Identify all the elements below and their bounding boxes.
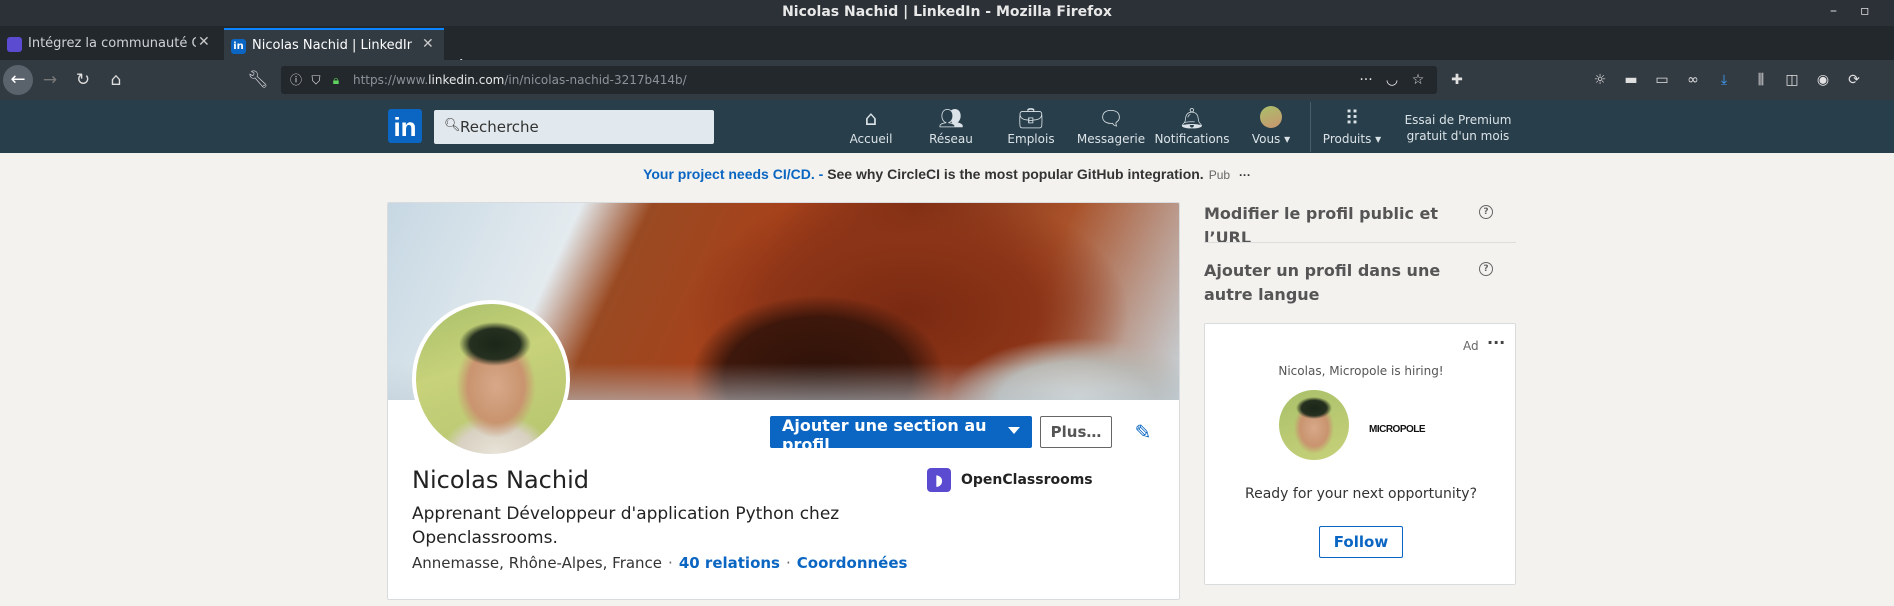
nav-label: Notifications [1154, 132, 1230, 146]
current-company[interactable]: ◗ OpenClassrooms [927, 468, 1093, 492]
tab-label: Intégrez la communauté Ope [28, 36, 196, 51]
search-box[interactable]: 🔍︎ [434, 110, 714, 144]
linkedin-favicon-icon: in [231, 39, 246, 54]
ad-more-icon[interactable]: ··· [1487, 333, 1505, 352]
ad-text: See why CircleCI is the most popular Git… [827, 166, 1204, 182]
profile-location: Annemasse, Rhône-Alpes, France [412, 554, 663, 572]
nav-messaging[interactable]: 🗨︎ Messagerie [1071, 106, 1151, 150]
add-language-profile-link[interactable]: Ajouter un profil dans une autre langue [1204, 259, 1474, 307]
premium-line-1: Essai de Premium [1404, 113, 1512, 127]
nav-label: Accueil [849, 132, 893, 146]
sidebar-icon[interactable]: ◫ [1783, 71, 1801, 89]
ad-headline: Your project needs CI/CD. [643, 166, 815, 182]
nav-label: Produits ▾ [1322, 132, 1382, 146]
account-icon[interactable]: ◉ [1814, 71, 1832, 89]
library-icon[interactable]: ⫼ [1752, 71, 1770, 89]
nav-me[interactable]: Vous ▾ [1231, 106, 1311, 150]
shield-icon[interactable]: ⛉ [307, 71, 325, 89]
sun-icon[interactable]: ☼ [1591, 71, 1609, 89]
jobs-icon: 💼︎ [1018, 106, 1044, 130]
messaging-icon: 🗨︎ [1098, 106, 1124, 130]
contact-info-link[interactable]: Coordonnées [797, 554, 908, 572]
download-icon[interactable]: ⤓ [1715, 71, 1733, 89]
company-name: OpenClassrooms [961, 472, 1093, 488]
info-icon[interactable]: ⓘ [287, 71, 305, 89]
grid-icon: ⠿ [1344, 106, 1360, 130]
search-input[interactable] [460, 110, 710, 144]
folder-icon[interactable]: ▭ [1653, 71, 1671, 89]
edit-pencil-icon[interactable]: ✎ [1131, 420, 1155, 444]
profile-name: Nicolas Nachid [412, 466, 589, 494]
tab-openclassrooms[interactable]: Intégrez la communauté Ope ✕ [0, 28, 220, 60]
profile-headline: Apprenant Développeur d'application Pyth… [412, 504, 840, 548]
page-actions-icon[interactable]: ··· [1357, 71, 1375, 89]
openclassrooms-favicon-icon [7, 37, 22, 52]
chevron-down-icon [1008, 427, 1020, 434]
profile-photo[interactable] [412, 300, 570, 458]
tab-strip: Intégrez la communauté Ope ✕ in Nicolas … [0, 26, 1894, 79]
nav-label: Réseau [929, 132, 973, 146]
ad-user-avatar [1279, 390, 1349, 460]
tab-label: Nicolas Nachid | LinkedIn [252, 38, 412, 53]
add-profile-section-button[interactable]: Ajouter une section au profil [770, 416, 1032, 454]
micropole-logo: MICROPOLE [1369, 424, 1426, 435]
ad-hiring-text: Nicolas, Micropole is hiring! [1278, 364, 1444, 378]
forward-button[interactable]: → [38, 68, 62, 92]
nav-label: Emplois [1007, 132, 1055, 146]
ad-label: Ad [1463, 339, 1479, 353]
avatar [1231, 106, 1311, 132]
linkedin-logo-icon[interactable]: in [388, 109, 422, 143]
search-icon: 🔍︎ [444, 118, 461, 133]
sync-icon[interactable]: ⟳ [1845, 71, 1863, 89]
help-icon[interactable]: ? [1479, 205, 1493, 219]
ad-dash: - [814, 166, 828, 182]
tab-linkedin[interactable]: in Nicolas Nachid | LinkedIn ✕ [224, 28, 444, 60]
lock-icon: 🔒︎ [332, 73, 340, 87]
maximize-button[interactable]: ▫ [1860, 3, 1870, 19]
nav-network[interactable]: 👥︎ Réseau [911, 106, 991, 150]
premium-line-2: gratuit d'un mois [1406, 129, 1510, 143]
extensions-icon[interactable]: ✚ [1448, 71, 1466, 89]
sidebar-ad-card: Ad ··· Nicolas, Micropole is hiring! MIC… [1204, 323, 1516, 585]
rail-divider [1204, 242, 1516, 243]
window-title: Nicolas Nachid | LinkedIn - Mozilla Fire… [782, 4, 1112, 20]
navigation-toolbar: ← → ↻ ⌂ 🔧︎ ⓘ ⛉ 🔒︎ https://www.linkedin.c… [0, 60, 1894, 100]
more-button[interactable]: Plus… [1040, 416, 1112, 448]
reload-button[interactable]: ↻ [71, 68, 95, 92]
nav-notifications[interactable]: 🔔︎ Notifications [1151, 106, 1233, 150]
notifications-icon: 🔔︎ [1179, 106, 1205, 130]
home-icon: ⌂ [864, 106, 878, 130]
profile-location-line: Annemasse, Rhône-Alpes, France · 40 relati… [412, 554, 908, 572]
nav-jobs[interactable]: 💼︎ Emplois [991, 106, 1071, 150]
wrench-icon[interactable]: 🔧︎ [246, 68, 270, 92]
back-button[interactable]: ← [3, 65, 33, 95]
pocket-icon[interactable]: ◡ [1383, 71, 1401, 89]
follow-button[interactable]: Follow [1319, 526, 1403, 558]
openclassrooms-logo-icon: ◗ [927, 468, 951, 492]
hat-icon[interactable]: ▬ [1622, 71, 1640, 89]
url-text: https://www.linkedin.com/in/nicolas-nach… [353, 73, 687, 87]
nav-home[interactable]: ⌂ Accueil [831, 106, 911, 150]
help-icon[interactable]: ? [1479, 262, 1493, 276]
premium-trial-link[interactable]: Essai de Premium gratuit d'un mois [1398, 112, 1518, 144]
nav-products[interactable]: ⠿ Produits ▾ [1312, 106, 1392, 150]
ad-more-icon[interactable]: ··· [1239, 168, 1251, 182]
close-tab-icon[interactable]: ✕ [422, 36, 434, 52]
bookmark-star-icon[interactable]: ☆ [1409, 71, 1427, 89]
connections-link[interactable]: 40 relations [679, 554, 780, 572]
nav-label: Messagerie [1076, 132, 1146, 146]
address-bar[interactable]: ⓘ ⛉ 🔒︎ https://www.linkedin.com/in/nicol… [281, 66, 1437, 94]
minimize-button[interactable]: – [1830, 3, 1837, 19]
ad-opportunity-text: Ready for your next opportunity? [1245, 486, 1477, 502]
network-icon: 👥︎ [938, 106, 964, 130]
home-button[interactable]: ⌂ [104, 68, 128, 92]
nav-label: Vous ▾ [1251, 132, 1291, 146]
top-ad-banner[interactable]: Your project needs CI/CD. - See why Circ… [0, 166, 1894, 182]
ad-pub-label: Pub [1208, 168, 1231, 182]
linkedin-header: in 🔍︎ ⌂ Accueil 👥︎ Réseau 💼︎ Emplois 🗨︎ … [0, 100, 1894, 153]
mask-icon[interactable]: ∞ [1684, 71, 1702, 89]
nav-divider [1310, 102, 1311, 152]
close-tab-icon[interactable]: ✕ [198, 34, 210, 50]
window-titlebar: Nicolas Nachid | LinkedIn - Mozilla Fire… [0, 0, 1894, 26]
